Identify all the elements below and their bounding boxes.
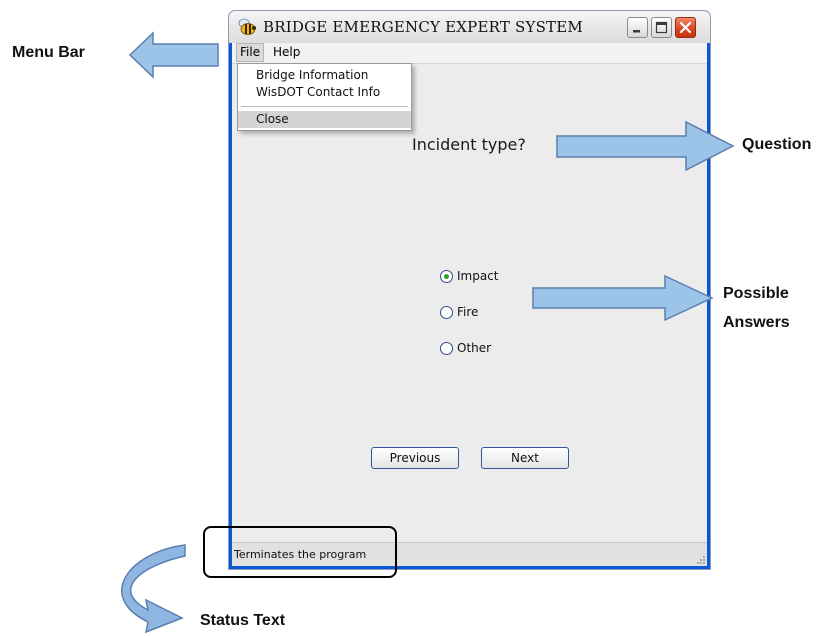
menu-bar-arrow-icon [128,31,219,79]
annotation-layer [121,31,735,634]
possible-answers-arrow-icon [532,274,714,322]
question-arrow-icon [556,120,735,172]
annotation-menu-bar: Menu Bar [12,44,85,61]
status-text-highlight-box [203,526,397,578]
annotation-status-text: Status Text [200,612,286,629]
annotation-possible-answers-line2: Answers [723,314,790,331]
annotation-possible-answers-line1: Possible [723,285,789,302]
annotation-question: Question [742,136,812,153]
status-text-curved-arrow-icon [121,544,186,634]
